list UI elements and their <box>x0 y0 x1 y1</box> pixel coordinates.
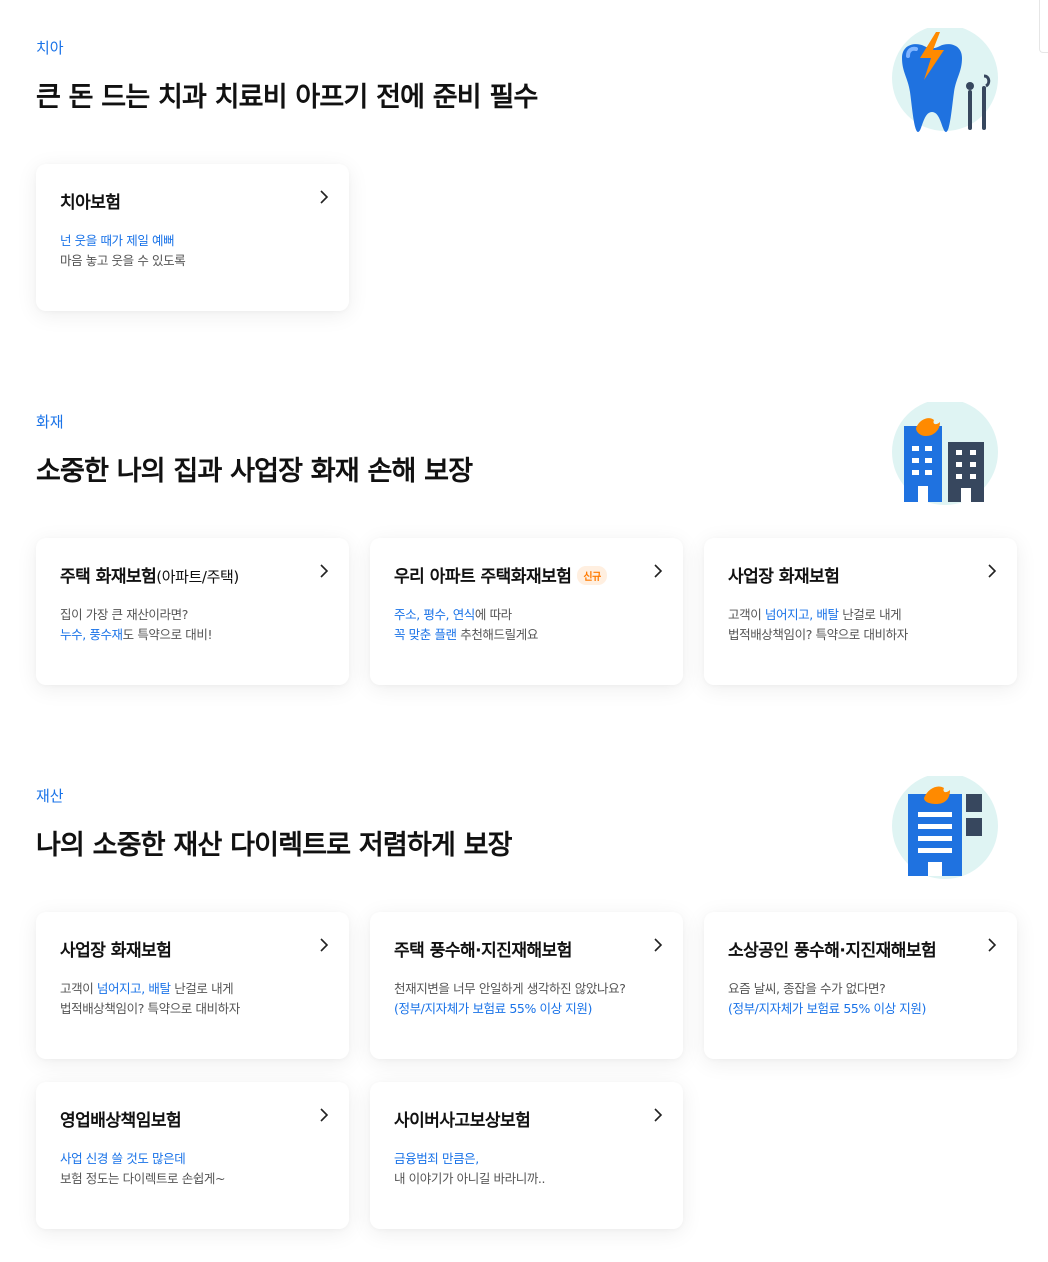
card-apartment-fire-insurance[interactable]: 우리 아파트 주택화재보험 신규 주소, 평수, 연식에 따라 꼭 맞춘 플랜 추… <box>370 538 683 685</box>
card-description: 고객이 넘어지고, 배탈 난걸로 내게 법적배상책임이? 특약으로 대비하자 <box>60 979 240 1019</box>
card-title-sub: (아파트/주택) <box>156 568 239 586</box>
desc-highlight: 누수, 풍수재 <box>60 627 123 642</box>
card-title-text: 주택 화재보험 <box>60 567 157 587</box>
card-house-disaster-insurance[interactable]: 주택 풍수해·지진재해보험 천재지변을 너무 안일하게 생각하진 않았나요? (… <box>370 912 683 1059</box>
card-title: 소상공인 풍수해·지진재해보험 <box>728 941 937 961</box>
desc-text: 법적배상책임이? 특약으로 대비하자 <box>728 627 908 642</box>
category-label: 치아 <box>36 39 64 57</box>
desc-line: 마음 놓고 웃을 수 있도록 <box>60 253 186 268</box>
desc-text: 도 특약으로 대비! <box>122 627 213 642</box>
desc-highlight: 사업 신경 쓸 것도 많은데 <box>60 1151 186 1166</box>
desc-highlight: (정부/지자체가 보험료 55% 이상 지원) <box>394 1001 592 1016</box>
card-dental-insurance[interactable]: 치아보험 넌 웃을 때가 제일 예뻐 마음 놓고 웃을 수 있도록 <box>36 164 349 311</box>
card-description: 집이 가장 큰 재산이라면? 누수, 풍수재도 특약으로 대비! <box>60 605 213 645</box>
chevron-right-icon <box>320 938 329 952</box>
card-description: 고객이 넘어지고, 배탈 난걸로 내게 법적배상책임이? 특약으로 대비하자 <box>728 605 908 645</box>
desc-text: 에 따라 <box>474 607 512 622</box>
card-description: 넌 웃을 때가 제일 예뻐 마음 놓고 웃을 수 있도록 <box>60 231 186 271</box>
desc-text: 고객이 <box>60 981 97 996</box>
chevron-right-icon <box>320 564 329 578</box>
card-description: 천재지변을 너무 안일하게 생각하진 않았나요? (정부/지자체가 보험료 55… <box>394 979 626 1019</box>
chevron-right-icon <box>654 938 663 952</box>
desc-text: 고객이 <box>728 607 765 622</box>
section-headline: 소중한 나의 집과 사업장 화재 손해 보장 <box>36 456 473 487</box>
card-title: 치아보험 <box>60 193 121 213</box>
category-label: 재산 <box>36 787 64 805</box>
card-title: 사업장 화재보험 <box>728 567 840 587</box>
chevron-right-icon <box>654 1108 663 1122</box>
desc-highlight: 꼭 맞춘 플랜 <box>394 627 457 642</box>
card-title: 영업배상책임보험 <box>60 1111 182 1131</box>
desc-highlight: 금융범죄 만큼은, <box>394 1151 479 1166</box>
category-label: 화재 <box>36 413 64 431</box>
desc-highlight: 넘어지고, 배탈 <box>764 607 839 622</box>
card-description: 요즘 날씨, 종잡을 수가 없다면? (정부/지자체가 보험료 55% 이상 지… <box>728 979 926 1019</box>
card-title-text: 우리 아파트 주택화재보험 <box>394 567 572 587</box>
card-description: 사업 신경 쓸 것도 많은데 보험 정도는 다이렉트로 손쉽게~ <box>60 1149 226 1189</box>
card-title: 우리 아파트 주택화재보험 신규 <box>394 562 607 587</box>
tooth-dental-icon <box>890 25 1000 138</box>
chevron-right-icon <box>320 190 329 204</box>
chevron-right-icon <box>654 564 663 578</box>
card-title: 주택 풍수해·지진재해보험 <box>394 941 572 961</box>
chevron-right-icon <box>320 1108 329 1122</box>
desc-line: 넌 웃을 때가 제일 예뻐 <box>60 233 175 248</box>
burning-office-icon <box>890 773 1000 886</box>
section-headline: 나의 소중한 재산 다이렉트로 저렴하게 보장 <box>36 830 513 861</box>
card-house-fire-insurance[interactable]: 주택 화재보험(아파트/주택) 집이 가장 큰 재산이라면? 누수, 풍수재도 … <box>36 538 349 685</box>
card-description: 주소, 평수, 연식에 따라 꼭 맞춘 플랜 추천해드릴게요 <box>394 605 538 645</box>
desc-text: 보험 정도는 다이렉트로 손쉽게~ <box>60 1171 226 1186</box>
card-title: 사이버사고보상보험 <box>394 1111 531 1131</box>
section-property: 재산 나의 소중한 재산 다이렉트로 저렴하게 보장 사업장 화재보험 고객이 … <box>0 748 1048 1262</box>
desc-text: 요즘 날씨, 종잡을 수가 없다면? <box>728 981 886 996</box>
chevron-right-icon <box>988 564 997 578</box>
desc-highlight: 넘어지고, 배탈 <box>96 981 171 996</box>
desc-text: 법적배상책임이? 특약으로 대비하자 <box>60 1001 240 1016</box>
desc-text: 난걸로 내게 <box>170 981 234 996</box>
desc-highlight: (정부/지자체가 보험료 55% 이상 지원) <box>728 1001 926 1016</box>
card-cyber-insurance[interactable]: 사이버사고보상보험 금융범죄 만큼은, 내 이야기가 아니길 바라니까.. <box>370 1082 683 1229</box>
card-title: 주택 화재보험(아파트/주택) <box>60 562 239 587</box>
desc-text: 천재지변을 너무 안일하게 생각하진 않았나요? <box>394 981 626 996</box>
card-liability-insurance[interactable]: 영업배상책임보험 사업 신경 쓸 것도 많은데 보험 정도는 다이렉트로 손쉽게… <box>36 1082 349 1229</box>
desc-text: 난걸로 내게 <box>838 607 902 622</box>
card-description: 금융범죄 만큼은, 내 이야기가 아니길 바라니까.. <box>394 1149 545 1189</box>
burning-buildings-icon <box>890 399 1000 512</box>
section-fire: 화재 소중한 나의 집과 사업장 화재 손해 보장 주택 화재보험(아파트/주택… <box>0 374 1048 704</box>
chevron-right-icon <box>988 938 997 952</box>
desc-highlight: 주소, 평수, 연식 <box>394 607 475 622</box>
desc-text: 내 이야기가 아니길 바라니까.. <box>394 1171 546 1186</box>
card-title: 사업장 화재보험 <box>60 941 172 961</box>
section-headline: 큰 돈 드는 치과 치료비 아프기 전에 준비 필수 <box>36 82 538 113</box>
desc-line: 집이 가장 큰 재산이라면? <box>60 607 188 622</box>
card-business-fire-insurance[interactable]: 사업장 화재보험 고객이 넘어지고, 배탈 난걸로 내게 법적배상책임이? 특약… <box>704 538 1017 685</box>
card-smallbiz-disaster-insurance[interactable]: 소상공인 풍수해·지진재해보험 요즘 날씨, 종잡을 수가 없다면? (정부/지… <box>704 912 1017 1059</box>
section-dental: 치아 큰 돈 드는 치과 치료비 아프기 전에 준비 필수 치아보험 넌 웃을 … <box>0 0 1048 330</box>
desc-text: 추천해드릴게요 <box>456 627 538 642</box>
card-business-fire-insurance[interactable]: 사업장 화재보험 고객이 넘어지고, 배탈 난걸로 내게 법적배상책임이? 특약… <box>36 912 349 1059</box>
new-badge: 신규 <box>577 566 607 585</box>
